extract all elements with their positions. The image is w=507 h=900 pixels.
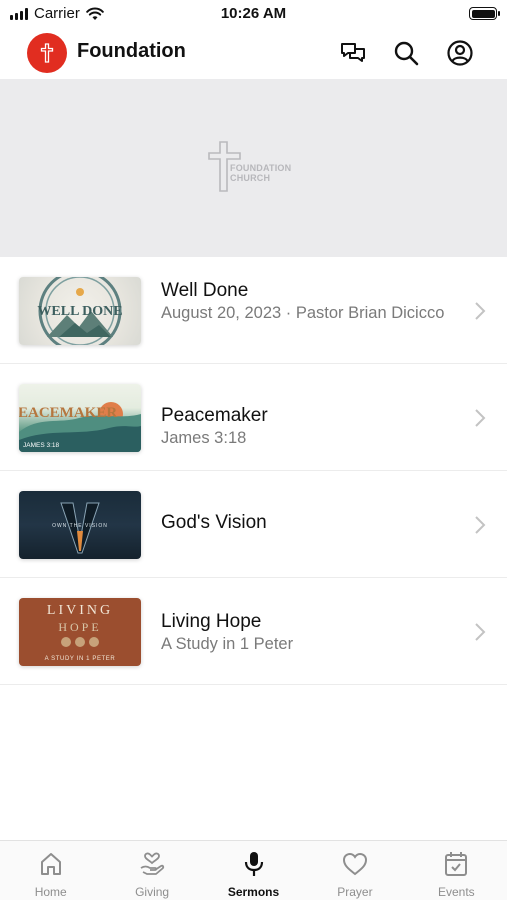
sermon-thumbnail: OWN THE VISION: [19, 491, 141, 559]
tab-label: Sermons: [227, 885, 280, 899]
chevron-right-icon: [475, 516, 486, 534]
status-time: 10:26 AM: [220, 5, 287, 22]
chat-icon: [341, 43, 365, 62]
sermon-text: Peacemaker James 3:18: [161, 404, 451, 449]
bottom-tab-bar: Home Giving Sermons Prayer Events: [0, 840, 507, 900]
svg-text:PEACEMAKER: PEACEMAKER: [19, 405, 117, 421]
svg-text:OWN THE VISION: OWN THE VISION: [52, 523, 108, 529]
sermon-row-peacemaker[interactable]: PEACEMAKER JAMES 3:18 Peacemaker James 3…: [0, 364, 507, 471]
sermon-thumbnail: WELL DONE: [19, 277, 141, 345]
gods-vision-artwork: OWN THE VISION: [52, 502, 108, 554]
sermon-row-well-done[interactable]: WELL DONE Well Done August 20, 2023 · Pa…: [0, 257, 507, 364]
church-logo[interactable]: [27, 33, 67, 73]
banner-logo-text: FOUNDATION CHURCH: [230, 163, 292, 183]
sermon-row-living-hope[interactable]: LIVING HOPE A STUDY IN 1 PETER Living Ho…: [0, 578, 507, 685]
peacemaker-artwork: PEACEMAKER JAMES 3:18: [19, 402, 141, 452]
search-icon: [394, 41, 419, 66]
banner-logo: FOUNDATION CHURCH: [206, 139, 291, 195]
tab-label: Prayer: [337, 885, 373, 899]
chevron-right-icon: [475, 302, 486, 320]
tab-sermons[interactable]: Sermons: [203, 841, 304, 900]
tab-giving[interactable]: Giving: [101, 841, 202, 900]
svg-text:JAMES 3:18: JAMES 3:18: [23, 442, 60, 449]
chevron-right-icon: [475, 623, 486, 641]
tab-label: Home: [34, 885, 67, 899]
svg-text:LIVING: LIVING: [47, 603, 113, 618]
chevron-right-icon: [475, 409, 486, 427]
tab-label: Giving: [135, 885, 170, 899]
sermon-subtitle: August 20, 2023 · Pastor Brian Dicicco: [161, 304, 445, 322]
svg-text:HOPE: HOPE: [58, 620, 101, 634]
sermon-title: Well Done: [161, 280, 249, 301]
profile-button[interactable]: [445, 38, 475, 68]
tab-prayer[interactable]: Prayer: [304, 841, 405, 900]
sermon-text: Well Done August 20, 2023 · Pastor Brian…: [161, 279, 451, 324]
well-done-artwork: WELL DONE: [37, 277, 123, 345]
sermon-title: God's Vision: [161, 512, 267, 533]
tab-events[interactable]: Events: [406, 841, 507, 900]
sermon-title: Living Hope: [161, 611, 262, 632]
profile-icon: [447, 40, 473, 66]
heart-icon: [342, 852, 367, 876]
sermon-subtitle: A Study in 1 Peter: [161, 635, 294, 653]
tab-label: Events: [437, 885, 475, 899]
status-bar: Carrier 10:26 AM: [0, 0, 507, 28]
calendar-icon: [445, 852, 468, 876]
sermon-title: Peacemaker: [161, 405, 268, 426]
giving-icon: [140, 852, 165, 875]
chat-button[interactable]: [338, 38, 368, 68]
sermon-thumbnail: PEACEMAKER JAMES 3:18: [19, 384, 141, 452]
living-hope-artwork: LIVING HOPE A STUDY IN 1 PETER: [45, 603, 116, 662]
search-button[interactable]: [391, 38, 421, 68]
svg-text:WELL DONE: WELL DONE: [37, 304, 122, 319]
hero-banner: FOUNDATION CHURCH: [0, 79, 507, 257]
microphone-icon: [244, 852, 263, 876]
home-icon: [40, 853, 61, 875]
svg-text:A STUDY IN 1 PETER: A STUDY IN 1 PETER: [45, 656, 116, 662]
sermon-list: WELL DONE Well Done August 20, 2023 · Pa…: [0, 257, 507, 685]
app-title: Foundation: [77, 40, 186, 62]
sermon-thumbnail: LIVING HOPE A STUDY IN 1 PETER: [19, 598, 141, 666]
sermon-text: Living Hope A Study in 1 Peter: [161, 610, 451, 655]
battery-icon: [469, 7, 500, 20]
tab-home[interactable]: Home: [0, 841, 101, 900]
app-header: Foundation: [0, 28, 507, 78]
sermon-text: God's Vision: [161, 511, 451, 535]
sermon-subtitle: James 3:18: [161, 429, 247, 447]
cross-icon: [40, 43, 54, 63]
sermon-row-gods-vision[interactable]: OWN THE VISION God's Vision: [0, 471, 507, 578]
